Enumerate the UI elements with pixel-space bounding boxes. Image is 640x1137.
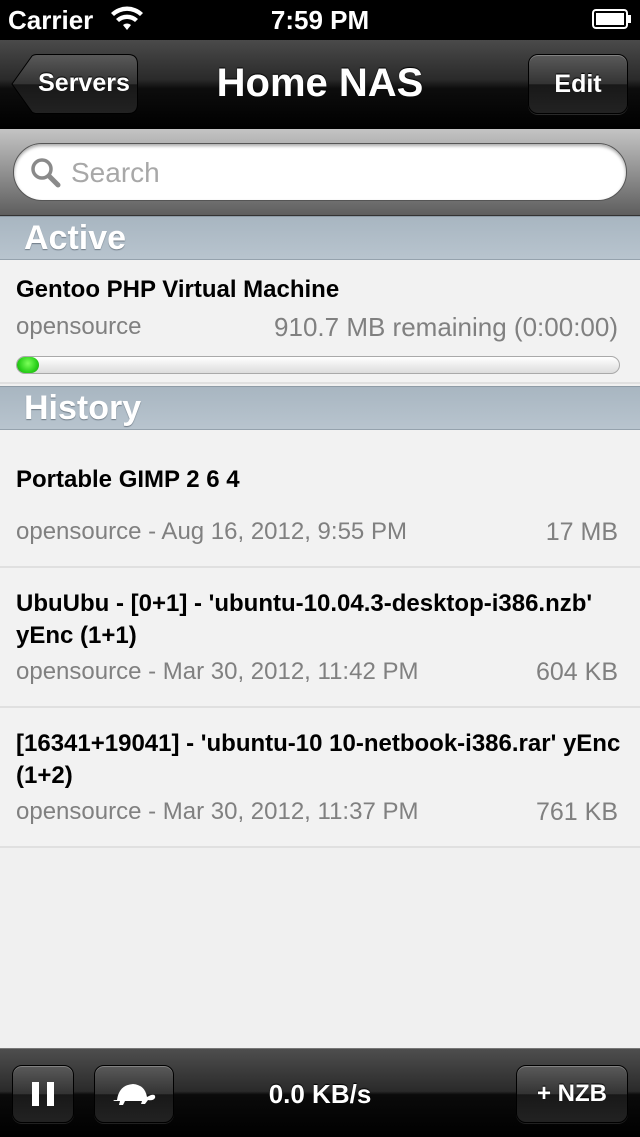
download-title: Gentoo PHP Virtual Machine [16, 276, 340, 303]
history-item-size: 761 KB [535, 798, 618, 826]
download-category: opensource [16, 313, 142, 340]
history-item[interactable]: Portable GIMP 2 6 4 opensource - Aug 16,… [0, 430, 640, 568]
section-header-history: History [0, 386, 640, 430]
edit-button[interactable]: Edit [528, 54, 628, 114]
history-item-subtitle: opensource - Aug 16, 2012, 9:55 PM [16, 518, 407, 545]
search-bar: Search [0, 129, 640, 216]
history-item-title: Portable GIMP 2 6 4 [16, 466, 240, 493]
history-item[interactable]: [16341+19041] - 'ubuntu-10 10-netbook-i3… [0, 708, 640, 848]
clock: 7:59 PM [270, 5, 370, 35]
section-title-active: Active [24, 219, 127, 257]
history-item-subtitle: opensource - Mar 30, 2012, 11:37 PM [16, 798, 419, 825]
section-title-history: History [24, 389, 142, 427]
history-item-size: 17 MB [545, 518, 618, 546]
battery-icon [592, 9, 631, 29]
section-header-active: Active [0, 216, 640, 260]
download-progress-bar [16, 356, 620, 374]
search-icon [31, 158, 61, 188]
history-item[interactable]: UbuUbu - [0+1] - 'ubuntu-10.04.3-desktop… [0, 568, 640, 708]
download-remaining: 910.7 MB remaining (0:00:00) [274, 312, 618, 342]
history-item-size: 604 KB [535, 658, 618, 686]
download-progress-fill [17, 357, 39, 373]
add-nzb-button[interactable]: + NZB [516, 1065, 628, 1123]
status-bar: Carrier 7:59 PM [0, 0, 640, 40]
search-input[interactable]: Search [13, 143, 627, 201]
history-item-title: [16341+19041] - 'ubuntu-10 10-netbook-i3… [16, 730, 621, 789]
active-download-item[interactable]: Gentoo PHP Virtual Machine opensource 91… [0, 260, 640, 384]
bottom-toolbar: 0.0 KB/s + NZB [0, 1048, 640, 1137]
history-item-title: UbuUbu - [0+1] - 'ubuntu-10.04.3-desktop… [16, 590, 593, 649]
search-placeholder: Search [71, 157, 160, 188]
navigation-bar: Servers Home NAS Edit [0, 40, 640, 129]
history-item-subtitle: opensource - Mar 30, 2012, 11:42 PM [16, 658, 419, 685]
